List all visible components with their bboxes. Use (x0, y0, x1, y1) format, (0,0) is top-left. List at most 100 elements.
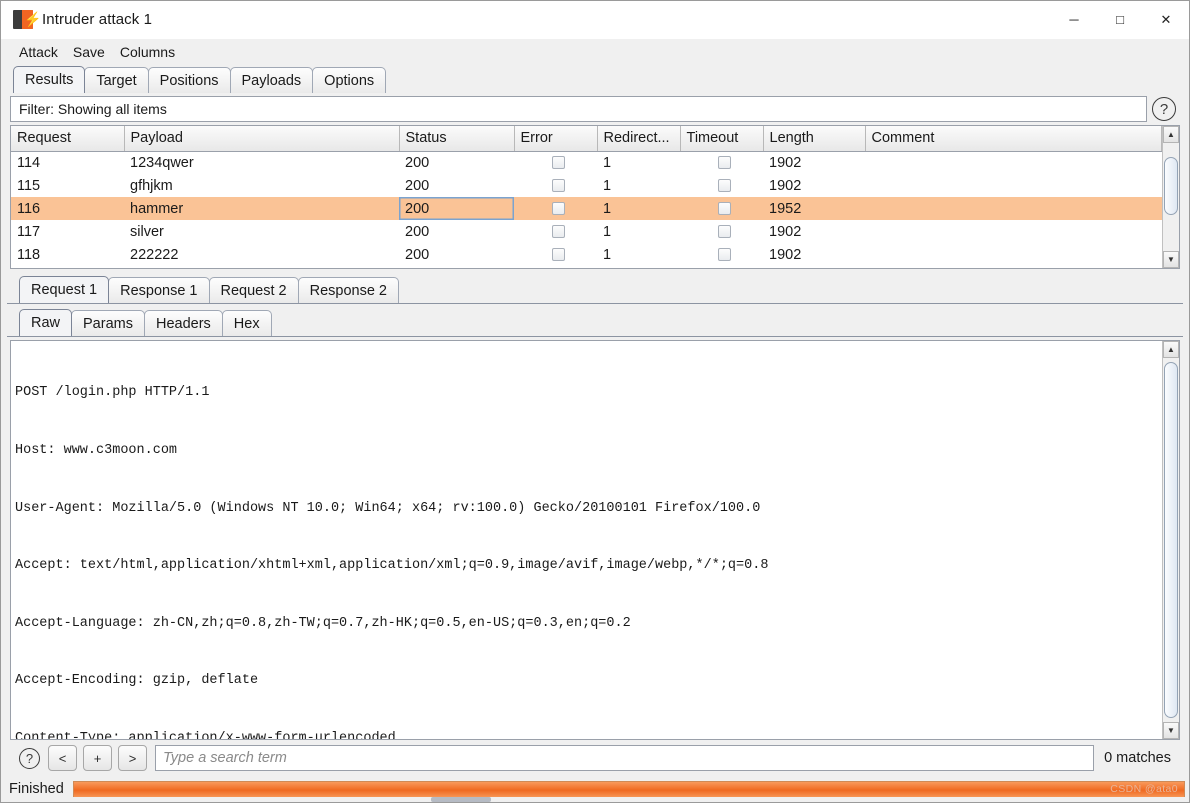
table-row[interactable]: 114 1234qwer 200 1 1902 (11, 151, 1162, 174)
error-checkbox[interactable] (552, 247, 565, 261)
filter-bar[interactable]: Filter: Showing all items (10, 96, 1147, 122)
burp-suite-icon: ⚡ (13, 9, 41, 30)
watermark: CSDN @ata0 (1110, 782, 1178, 795)
cell-payload: 1234qwer (130, 154, 194, 171)
error-checkbox[interactable] (552, 201, 565, 215)
timeout-checkbox[interactable] (718, 247, 731, 261)
editor-vertical-scrollbar[interactable]: ▲ ▼ (1162, 341, 1179, 739)
tab-options[interactable]: Options (312, 67, 387, 93)
cell-length: 1952 (769, 200, 802, 217)
cell-length: 1902 (769, 223, 802, 240)
progress-bar: CSDN @ata0 (72, 780, 1185, 798)
table-row[interactable]: 117 silver 200 1 1902 (11, 220, 1162, 243)
search-help-icon[interactable]: ? (19, 747, 40, 769)
tab-headers[interactable]: Headers (143, 310, 223, 336)
help-icon[interactable]: ? (1152, 97, 1176, 121)
request-raw-text[interactable]: POST /login.php HTTP/1.1 Host: www.c3moo… (11, 341, 1162, 739)
menu-item-attack[interactable]: Attack (13, 42, 64, 62)
timeout-checkbox[interactable] (718, 201, 731, 215)
scroll-up-icon[interactable]: ▲ (1163, 126, 1179, 143)
cell-status: 200 (405, 177, 430, 194)
intruder-attack-window: ⚡ Intruder attack 1 ─ □ ✕ Attack Save Co… (0, 0, 1190, 803)
column-header-comment[interactable]: Comment (865, 126, 1162, 152)
table-row[interactable]: 118 222222 200 1 1902 (11, 243, 1162, 266)
view-tab-strip: Raw Params Headers Hex (7, 309, 1183, 337)
error-checkbox[interactable] (552, 178, 565, 192)
tab-request-2[interactable]: Request 2 (208, 277, 299, 303)
table-row[interactable]: 115 gfhjkm 200 1 1902 (11, 174, 1162, 197)
cell-error (514, 197, 597, 220)
tab-positions[interactable]: Positions (147, 67, 231, 93)
table-row-selected[interactable]: 116 hammer 200 1 1952 (11, 197, 1162, 220)
table-row-partial[interactable] (11, 266, 1162, 268)
cell-status-selected: 200 (399, 197, 514, 220)
scroll-up-icon[interactable]: ▲ (1163, 341, 1179, 358)
cell-timeout (680, 220, 763, 243)
cell-redirect: 1 (603, 246, 612, 263)
request-line-5: Accept-Encoding: gzip, deflate (15, 673, 259, 689)
search-bar: ? < + > Type a search term 0 matches (7, 740, 1183, 776)
cell-request: 117 (17, 223, 41, 240)
menu-item-columns[interactable]: Columns (114, 42, 181, 62)
scroll-down-icon[interactable]: ▼ (1163, 722, 1179, 739)
tab-raw[interactable]: Raw (19, 309, 73, 336)
results-vertical-scrollbar[interactable]: ▲ ▼ (1162, 126, 1179, 268)
close-button[interactable]: ✕ (1143, 1, 1189, 39)
maximize-button[interactable]: □ (1097, 1, 1143, 39)
column-header-length[interactable]: Length (763, 126, 866, 152)
scroll-thumb[interactable] (1164, 157, 1178, 215)
cell-status: 200 (405, 223, 430, 240)
cell-status: 200 (405, 246, 430, 263)
request-line-2: User-Agent: Mozilla/5.0 (Windows NT 10.0… (15, 500, 761, 516)
scroll-track[interactable] (1163, 358, 1179, 722)
cell-comment (865, 220, 1162, 243)
request-line-1: Host: www.c3moon.com (15, 443, 178, 458)
tab-hex[interactable]: Hex (221, 310, 272, 336)
search-prev-button[interactable]: < (48, 745, 77, 771)
menu-item-save[interactable]: Save (67, 42, 111, 62)
window-title: Intruder attack 1 (42, 11, 153, 28)
tab-request-1[interactable]: Request 1 (19, 276, 110, 303)
cell-request: 116 (17, 200, 41, 217)
filter-row: Filter: Showing all items ? (7, 93, 1183, 125)
column-header-timeout[interactable]: Timeout (680, 126, 764, 152)
timeout-checkbox[interactable] (718, 178, 731, 192)
timeout-checkbox[interactable] (718, 155, 731, 169)
cell-timeout (680, 197, 763, 220)
cell-timeout (680, 151, 763, 174)
search-match-count: 0 matches (1104, 750, 1171, 766)
scroll-track[interactable] (1163, 143, 1179, 251)
message-tab-strip: Request 1 Response 1 Request 2 Response … (7, 276, 1183, 304)
column-header-status[interactable]: Status (399, 126, 515, 152)
cell-redirect: 1 (603, 200, 612, 217)
results-table-scroll-area: Request Payload Status Error Redirect...… (11, 126, 1162, 268)
tab-target[interactable]: Target (84, 67, 149, 93)
table-header-row: Request Payload Status Error Redirect...… (11, 126, 1162, 152)
cell-comment (865, 243, 1162, 266)
cell-error (514, 266, 597, 268)
cell-payload: 222222 (130, 246, 179, 263)
error-checkbox[interactable] (552, 155, 565, 169)
column-header-error[interactable]: Error (514, 126, 598, 152)
cell-length: 1902 (769, 246, 802, 263)
tab-response-2[interactable]: Response 2 (297, 277, 399, 303)
cell-payload: hammer (130, 200, 184, 217)
tab-payloads[interactable]: Payloads (229, 67, 314, 93)
scroll-thumb[interactable] (431, 797, 491, 802)
search-next-button[interactable]: > (118, 745, 147, 771)
error-checkbox[interactable] (552, 224, 565, 238)
scroll-down-icon[interactable]: ▼ (1163, 251, 1179, 268)
search-add-button[interactable]: + (83, 745, 112, 771)
column-header-request[interactable]: Request (11, 126, 125, 152)
cell-error (514, 243, 597, 266)
tab-response-1[interactable]: Response 1 (108, 277, 210, 303)
column-header-payload[interactable]: Payload (124, 126, 400, 152)
minimize-button[interactable]: ─ (1051, 1, 1097, 39)
bottom-horizontal-scrollbar[interactable] (1, 797, 1189, 802)
timeout-checkbox[interactable] (718, 224, 731, 238)
column-header-redirect[interactable]: Redirect... (597, 126, 681, 152)
scroll-thumb[interactable] (1164, 362, 1178, 718)
tab-results[interactable]: Results (13, 66, 86, 93)
search-input[interactable]: Type a search term (155, 745, 1095, 771)
tab-params[interactable]: Params (71, 310, 145, 336)
